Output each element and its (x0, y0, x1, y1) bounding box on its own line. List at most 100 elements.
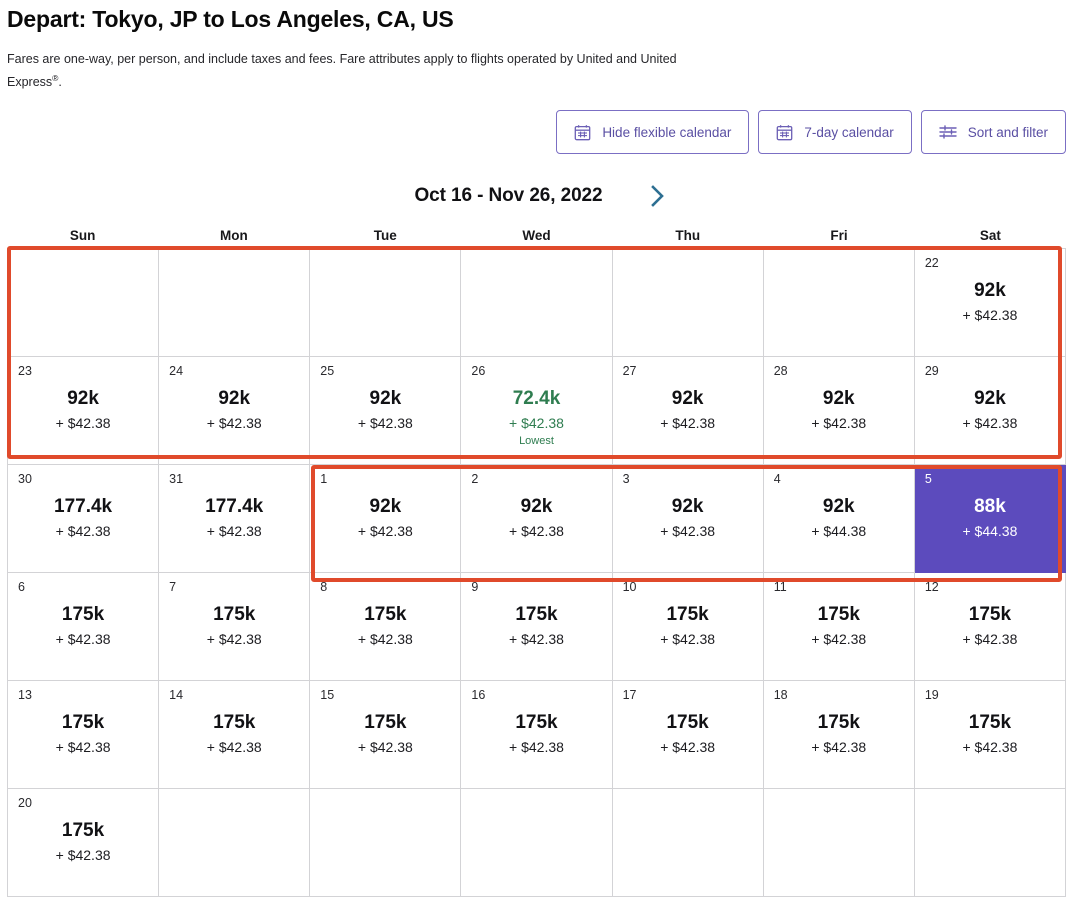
seven-day-calendar-button[interactable]: 7-day calendar (758, 110, 912, 154)
fare-block: 72.4k + $42.38 Lowest (471, 388, 601, 448)
calendar-day-cell[interactable]: 2 92k + $42.38 (461, 465, 613, 573)
calendar-day-cell[interactable]: 5 88k + $44.38 (914, 465, 1066, 573)
calendar-day-cell[interactable]: 13 175k + $42.38 (8, 681, 160, 789)
hide-flexible-calendar-button[interactable]: Hide flexible calendar (556, 110, 750, 154)
calendar-cell-empty (763, 789, 915, 897)
calendar-day-cell[interactable]: 26 72.4k + $42.38 Lowest (461, 357, 613, 465)
fare-block: 92k + $42.38 (925, 280, 1055, 324)
day-number: 19 (924, 688, 939, 702)
weekday-sun: Sun (69, 228, 96, 243)
calendar-day-cell[interactable]: 10 175k + $42.38 (612, 573, 764, 681)
calendar-day-cell[interactable]: 17 175k + $42.38 (612, 681, 764, 789)
flexible-fare-calendar-page: Depart: Tokyo, JP to Los Angeles, CA, US… (0, 0, 1080, 909)
fare-cash: + $42.38 (357, 415, 413, 432)
fare-cash: + $42.38 (962, 307, 1018, 324)
calendar-day-cell[interactable]: 25 92k + $42.38 (310, 357, 462, 465)
day-number: 4 (773, 472, 781, 486)
fare-miles: 92k (218, 387, 251, 409)
calendar-day-cell[interactable]: 24 92k + $42.38 (159, 357, 311, 465)
fare-cash: + $42.38 (660, 415, 716, 432)
calendar-day-cell[interactable]: 22 92k + $42.38 (914, 249, 1066, 357)
day-number: 13 (18, 688, 32, 702)
fare-miles: 92k (671, 495, 704, 517)
fare-miles: 88k (974, 495, 1006, 517)
fare-block: 92k + $42.38 (320, 496, 450, 540)
fare-cash: + $42.38 (55, 631, 111, 648)
day-number: 14 (169, 688, 184, 702)
sort-and-filter-button[interactable]: Sort and filter (920, 110, 1066, 154)
calendar-day-cell[interactable]: 4 92k + $44.38 (763, 465, 915, 573)
day-number: 9 (471, 580, 479, 594)
fare-cash: + $42.38 (357, 631, 413, 648)
day-number: 16 (471, 688, 486, 702)
fare-block: 175k + $42.38 (169, 712, 299, 756)
fare-cash: + $42.38 (962, 739, 1018, 756)
day-number: 1 (320, 472, 328, 486)
calendar-day-cell[interactable]: 11 175k + $42.38 (763, 573, 915, 681)
calendar-day-cell[interactable]: 9 175k + $42.38 (461, 573, 613, 681)
calendar-cell-empty (612, 249, 764, 357)
fare-miles: 92k (974, 387, 1006, 409)
day-number: 18 (773, 688, 788, 702)
calendar-day-cell[interactable]: 7 175k + $42.38 (159, 573, 311, 681)
calendar-day-cell[interactable]: 8 175k + $42.38 (310, 573, 462, 681)
fare-block: 175k + $42.38 (18, 604, 148, 648)
calendar-day-cell[interactable]: 18 175k + $42.38 (763, 681, 915, 789)
calendar-day-cell[interactable]: 6 175k + $42.38 (8, 573, 160, 681)
calendar-cell-empty (159, 249, 311, 357)
calendar-day-cell[interactable]: 19 175k + $42.38 (914, 681, 1066, 789)
fare-block: 175k + $42.38 (18, 712, 148, 756)
weekday-mon: Mon (220, 228, 248, 243)
fare-block: 175k + $42.38 (471, 603, 601, 648)
calendar-day-cell[interactable]: 14 175k + $42.38 (159, 681, 311, 789)
chevron-right-icon[interactable] (649, 183, 666, 209)
calendar-day-cell[interactable]: 31 177.4k + $42.38 (159, 465, 311, 573)
fare-cash: + $42.38 (811, 415, 867, 432)
calendar-day-cell[interactable]: 12 175k + $42.38 (914, 573, 1066, 681)
calendar-day-cell[interactable]: 27 92k + $42.38 (612, 357, 764, 465)
fare-cash: + $42.38 (962, 415, 1018, 432)
fare-cash: + $42.38 (660, 523, 716, 540)
fares-disclaimer: Fares are one-way, per person, and inclu… (7, 50, 697, 92)
fare-block: 177.4k + $42.38 (18, 496, 148, 540)
calendar-day-cell[interactable]: 28 92k + $42.38 (763, 357, 915, 465)
calendar-day-cell[interactable]: 3 92k + $42.38 (612, 465, 764, 573)
fare-cash: + $44.38 (811, 523, 867, 540)
weekday-thu: Thu (675, 228, 701, 243)
calendar-day-cell[interactable]: 29 92k + $42.38 (914, 357, 1066, 465)
fare-block: 92k + $42.38 (623, 388, 753, 432)
day-number: 7 (169, 580, 177, 594)
fare-miles: 175k (515, 603, 558, 625)
calendar-day-cell[interactable]: 20 175k + $42.38 (8, 789, 160, 897)
fare-miles: 175k (61, 819, 105, 841)
day-number: 29 (924, 364, 939, 378)
day-number: 28 (773, 364, 788, 378)
calendar-day-cell[interactable]: 23 92k + $42.38 (8, 357, 160, 465)
lowest-fare-badge: Lowest (519, 435, 554, 448)
fare-miles: 92k (369, 387, 402, 409)
calendar-day-cell[interactable]: 30 177.4k + $42.38 (8, 465, 160, 573)
calendar-cell-empty (8, 249, 160, 357)
fare-cash: + $42.38 (509, 631, 564, 648)
calendar-icon (574, 124, 591, 141)
day-number: 12 (924, 580, 939, 594)
page-title: Depart: Tokyo, JP to Los Angeles, CA, US (7, 6, 454, 32)
calendar-day-cell[interactable]: 15 175k + $42.38 (310, 681, 462, 789)
hide-flexible-calendar-label: Hide flexible calendar (602, 124, 732, 140)
calendar-day-cell[interactable]: 16 175k + $42.38 (461, 681, 613, 789)
weekday-fri: Fri (830, 228, 848, 243)
fare-block: 175k + $42.38 (320, 712, 450, 756)
fare-cash: + $42.38 (509, 739, 564, 756)
calendar-day-cell[interactable]: 1 92k + $42.38 (310, 465, 462, 573)
fare-block: 175k + $42.38 (320, 604, 450, 648)
fare-block: 92k + $42.38 (18, 388, 148, 432)
fare-block: 92k + $42.38 (623, 495, 753, 540)
fare-block: 175k + $42.38 (925, 604, 1055, 648)
calendar-toolbar: Hide flexible calendar 7-day calendar So… (556, 110, 1066, 154)
fare-cash: + $42.38 (206, 739, 262, 756)
day-number: 6 (18, 580, 25, 594)
day-number: 5 (924, 472, 932, 486)
day-number: 11 (773, 580, 787, 594)
fare-miles: 175k (817, 711, 860, 733)
fare-cash: + $42.38 (357, 739, 413, 756)
